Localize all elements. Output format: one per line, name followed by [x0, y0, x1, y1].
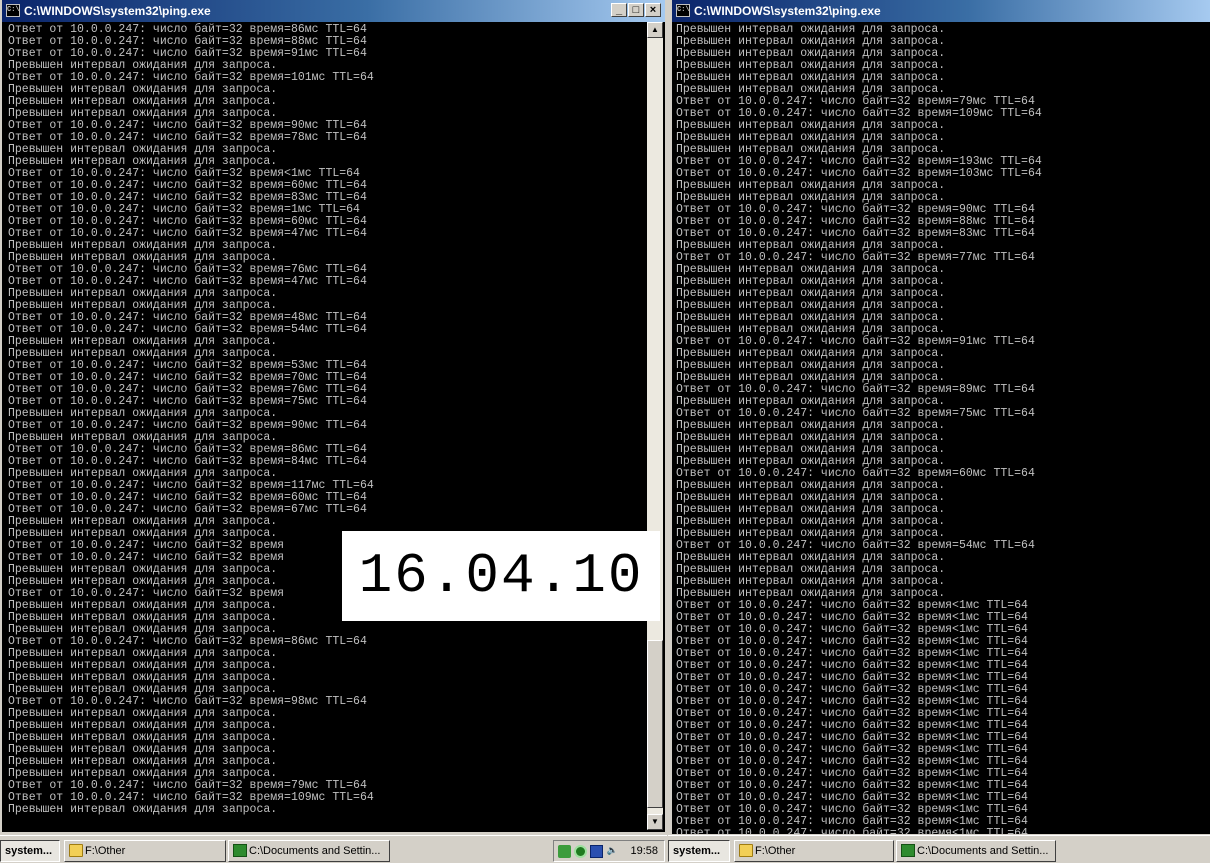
shield-icon[interactable] [574, 845, 587, 858]
console-app-icon[interactable]: C:\ [6, 4, 20, 17]
left-vertical-scrollbar[interactable]: ▲ ▼ [647, 22, 663, 830]
cmd-task-icon [901, 844, 915, 857]
minimize-button[interactable]: _ [611, 3, 627, 17]
right-window-title: C:\WINDOWS\system32\ping.exe [694, 4, 881, 18]
taskbar-button-system[interactable]: system... [0, 840, 60, 862]
left-window-titlebar[interactable]: C:\ C:\WINDOWS\system32\ping.exe _ □ × [2, 0, 665, 22]
right-window-titlebar[interactable]: C:\ C:\WINDOWS\system32\ping.exe [672, 0, 1210, 22]
left-window-title: C:\WINDOWS\system32\ping.exe [24, 4, 211, 18]
right-console-window[interactable]: C:\ C:\WINDOWS\system32\ping.exe Превыше… [670, 0, 1210, 834]
taskbar-button-folder-other[interactable]: F:\Other [64, 840, 226, 862]
console-line: Ответ от 10.0.0.247: число байт=32 время… [676, 827, 1028, 835]
scroll-up-arrow-icon[interactable]: ▲ [647, 22, 663, 38]
close-button[interactable]: × [645, 3, 661, 17]
tray-clock[interactable]: 19:58 [630, 841, 658, 861]
left-window-caption-buttons: _ □ × [610, 3, 661, 19]
speaker-icon[interactable]: 🔈 [606, 845, 619, 858]
system-tray: 🔈 19:58 [553, 840, 665, 862]
taskbar-button-documents[interactable]: C:\Documents and Settin... [896, 840, 1056, 862]
taskbar-left: system... F:\Other C:\Documents and Sett… [0, 835, 667, 863]
taskbar-button-label: system... [673, 845, 721, 857]
taskbar-button-label: C:\Documents and Settin... [249, 845, 381, 857]
network-icon[interactable] [558, 845, 571, 858]
taskbar-button-label: system... [5, 845, 53, 857]
right-console-output[interactable]: Превышен интервал ожидания для запроса. П… [676, 22, 1208, 835]
cmd-task-icon [233, 844, 247, 857]
taskbar-button-folder-other[interactable]: F:\Other [734, 840, 894, 862]
scroll-down-arrow-icon[interactable]: ▼ [647, 814, 663, 830]
folder-icon [69, 844, 83, 857]
left-console-window[interactable]: C:\ C:\WINDOWS\system32\ping.exe _ □ × Отв… [0, 0, 667, 834]
maximize-button[interactable]: □ [628, 3, 644, 17]
left-console-output[interactable]: Ответ от 10.0.0.247: число байт=32 время… [8, 22, 643, 832]
taskbar-button-label: C:\Documents and Settin... [917, 845, 1049, 857]
console-line: Превышен интервал ожидания для запроса. [8, 803, 278, 816]
taskbar-button-label: F:\Other [755, 845, 796, 857]
taskbar-button-documents[interactable]: C:\Documents and Settin... [228, 840, 390, 862]
computer-icon[interactable] [590, 845, 603, 858]
date-stamp: 16.04.10 [342, 531, 660, 621]
taskbar-button-label: F:\Other [85, 845, 126, 857]
scrollbar-thumb[interactable] [647, 640, 663, 808]
folder-icon [739, 844, 753, 857]
taskbar-right: system... F:\Other C:\Documents and Sett… [668, 835, 1210, 863]
taskbar-button-system[interactable]: system... [668, 840, 730, 862]
console-app-icon[interactable]: C:\ [676, 4, 690, 17]
